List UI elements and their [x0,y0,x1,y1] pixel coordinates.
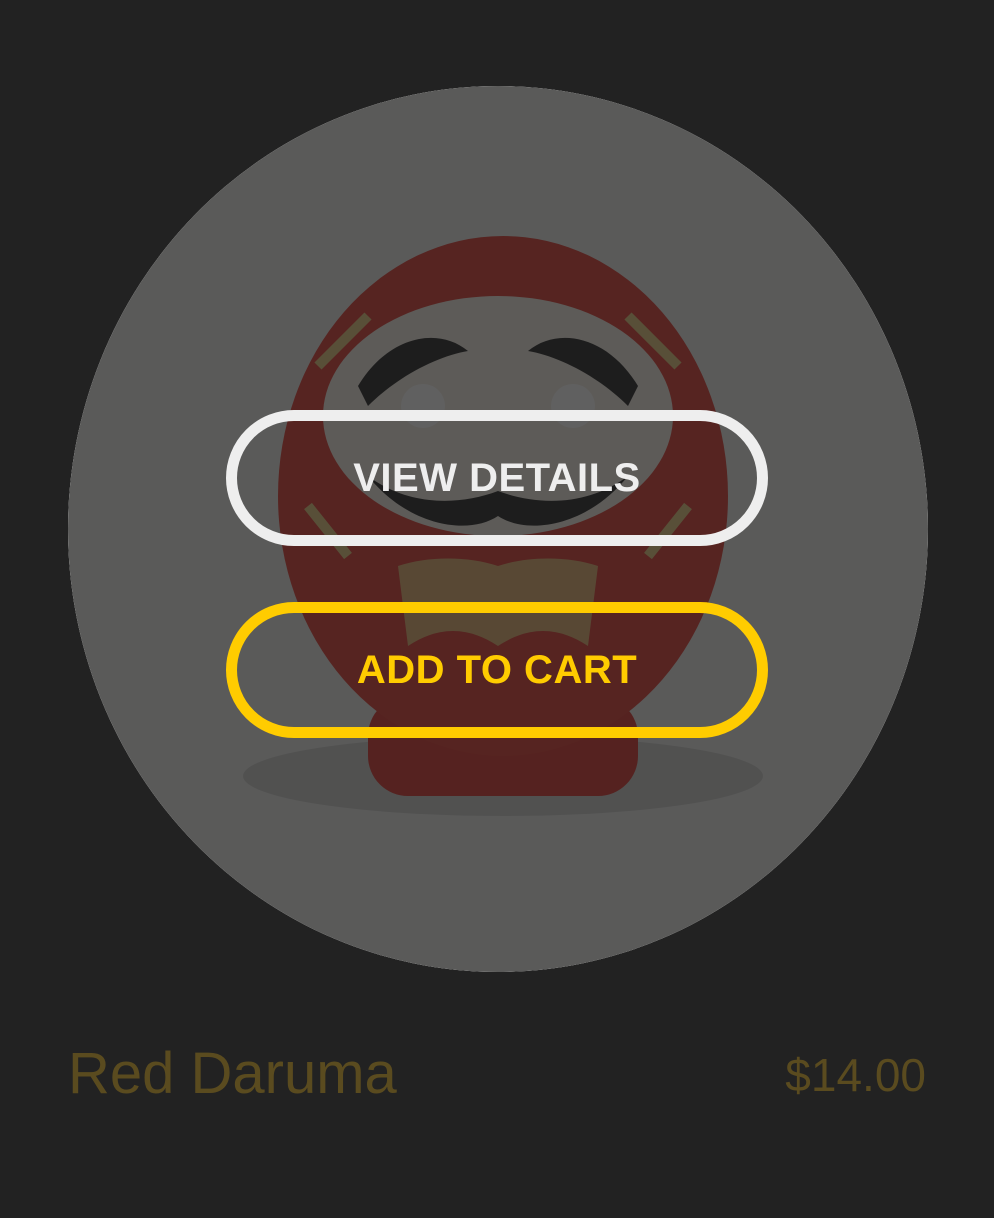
product-card: VIEW DETAILS ADD TO CART Red Daruma $14.… [0,0,994,1218]
product-price: $14.00 [785,1049,926,1101]
product-name[interactable]: Red Daruma [68,1040,397,1107]
add-to-cart-button[interactable]: ADD TO CART [226,602,768,738]
view-details-button[interactable]: VIEW DETAILS [226,410,768,546]
